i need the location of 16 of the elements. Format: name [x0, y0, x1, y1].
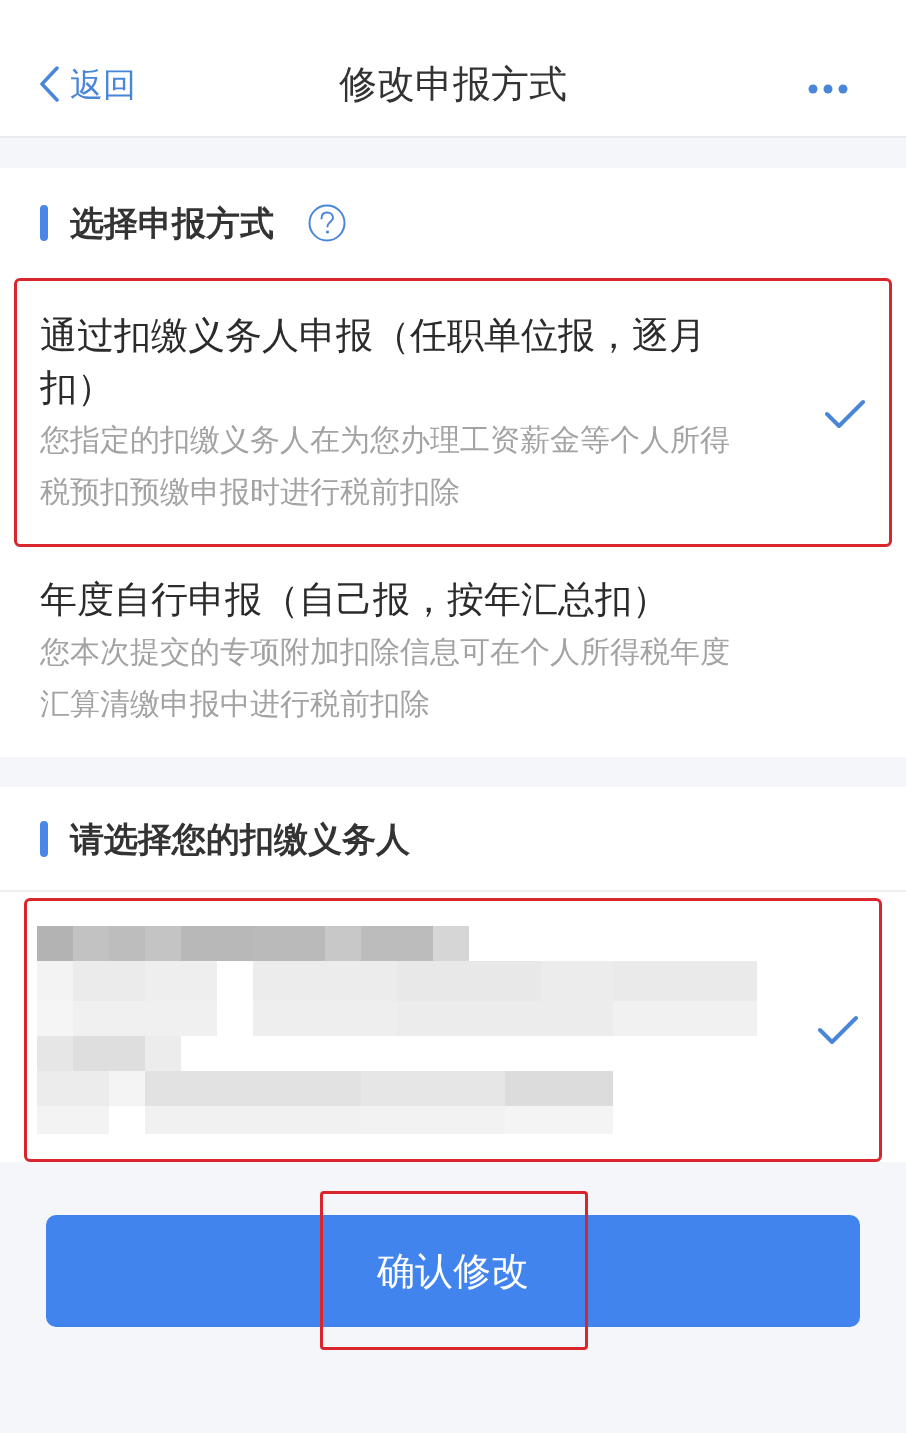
option-description: 您本次提交的专项附加扣除信息可在个人所得税年度汇算清缴申报中进行税前扣除 [40, 634, 731, 722]
section-heading: 选择申报方式 [70, 206, 274, 240]
option-description: 您指定的扣缴义务人在为您办理工资薪金等个人所得税预扣预缴申报时进行税前扣除 [40, 422, 731, 510]
option-title: 年度自行申报（自己报，按年汇总扣） [40, 578, 670, 622]
back-button[interactable]: 返回 [38, 66, 136, 102]
option-item[interactable]: 通过扣缴义务人申报（任职单位报，逐月扣） 您指定的扣缴义务人在为您办理工资薪金等个人所得税预扣预缴申报时进行税前扣除 [14, 278, 892, 547]
accent-bar-icon [40, 820, 48, 857]
option-title: 通过扣缴义务人申报（任职单位报，逐月扣） [40, 314, 707, 410]
more-icon[interactable] [808, 84, 848, 94]
section-heading: 请选择您的扣缴义务人 [70, 821, 410, 856]
accent-bar-icon [40, 205, 48, 241]
confirm-button[interactable]: 确认修改 [46, 1215, 860, 1327]
help-icon[interactable] [308, 204, 346, 242]
chevron-left-icon [38, 66, 60, 102]
page-title: 修改申报方式 [339, 65, 567, 103]
agent-option[interactable] [24, 898, 882, 1162]
